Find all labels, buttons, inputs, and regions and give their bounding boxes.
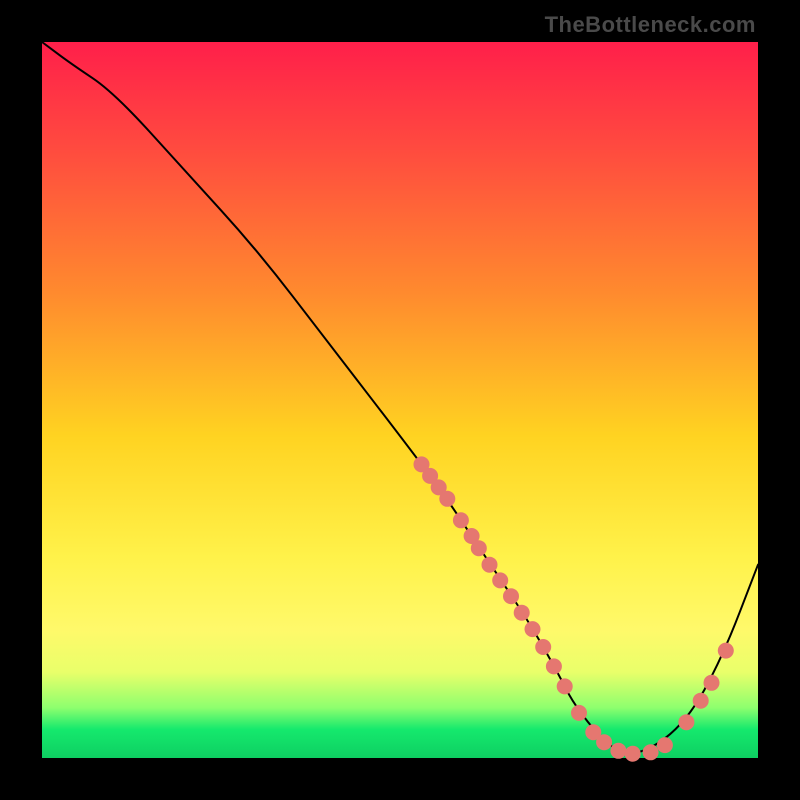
data-point (492, 572, 508, 588)
data-point (546, 658, 562, 674)
bottleneck-curve (42, 42, 758, 753)
data-point (678, 714, 694, 730)
watermark-text: TheBottleneck.com (545, 12, 756, 38)
data-point (693, 693, 709, 709)
data-point (718, 643, 734, 659)
chart-svg (42, 42, 758, 758)
data-point (704, 675, 720, 691)
data-point (557, 678, 573, 694)
data-point (535, 639, 551, 655)
data-point (625, 746, 641, 762)
data-point (525, 621, 541, 637)
data-point (610, 743, 626, 759)
data-point (439, 491, 455, 507)
data-point (657, 737, 673, 753)
data-point (571, 705, 587, 721)
chart-container: TheBottleneck.com (0, 0, 800, 800)
data-point (643, 744, 659, 760)
data-point (471, 540, 487, 556)
data-points (414, 456, 734, 761)
data-point (503, 588, 519, 604)
data-point (453, 512, 469, 528)
data-point (482, 557, 498, 573)
data-point (514, 605, 530, 621)
data-point (596, 734, 612, 750)
